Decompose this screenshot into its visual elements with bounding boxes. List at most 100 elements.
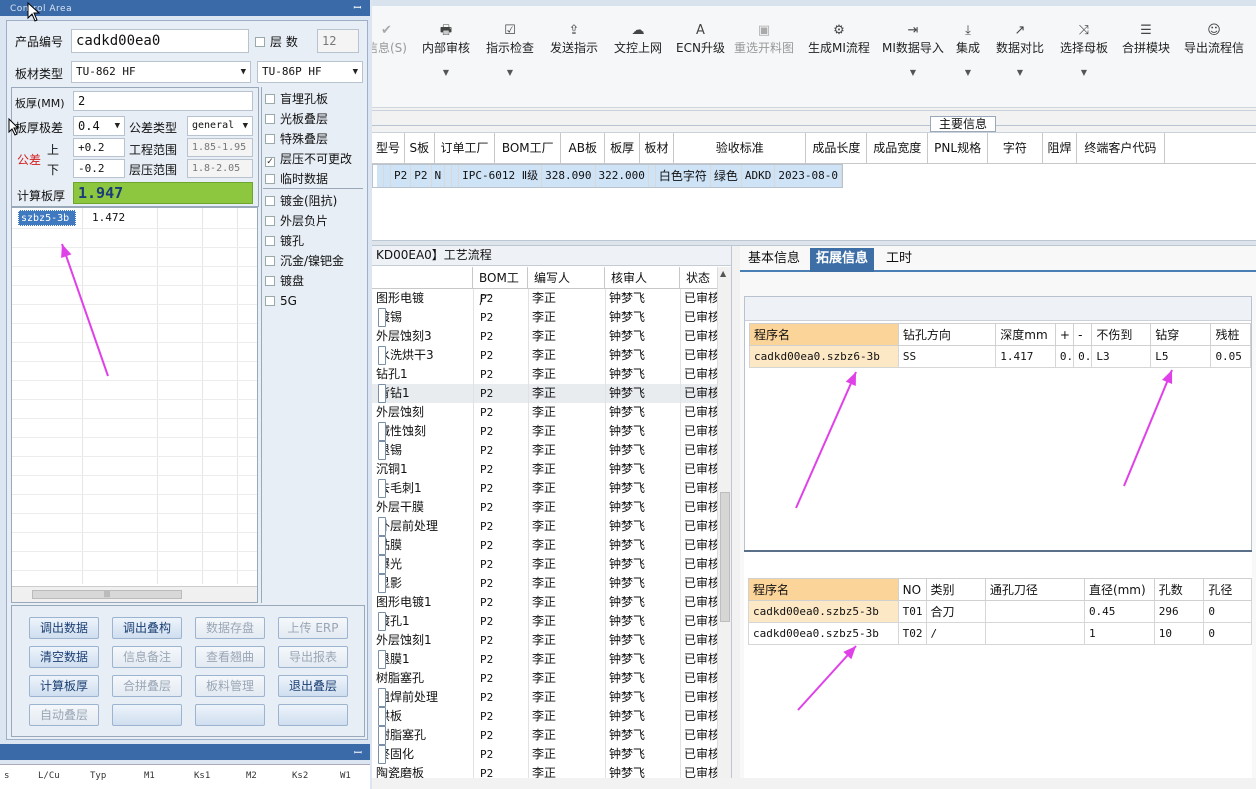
table-cell[interactable]: L3 bbox=[1091, 345, 1152, 368]
table-cell[interactable]: T02 bbox=[897, 622, 927, 645]
unchecked-box-icon[interactable] bbox=[265, 256, 275, 266]
option-checkbox[interactable]: 镀金(阻抗) bbox=[265, 193, 337, 209]
table-cell[interactable] bbox=[444, 164, 453, 187]
table-cell[interactable]: cadkd00ea0.szbz6-3b bbox=[749, 345, 899, 368]
table-cell[interactable]: 1 bbox=[1083, 622, 1155, 645]
process-row[interactable]: 烘板 P2 李正 钟梦飞 已审核 bbox=[372, 707, 720, 726]
column-header[interactable]: BOM工厂 bbox=[494, 133, 562, 164]
option-checkbox[interactable]: 外层负片 bbox=[265, 213, 328, 229]
tab-extended-info[interactable]: 拓展信息 bbox=[810, 248, 875, 272]
table-cell[interactable]: ADKD bbox=[741, 164, 776, 187]
column-header[interactable]: 程序名 bbox=[748, 578, 899, 601]
column-header[interactable]: 终端客户代码 bbox=[1076, 133, 1165, 164]
column-header[interactable]: 通孔刀径 bbox=[984, 578, 1085, 601]
table-cell[interactable]: 1.417 bbox=[995, 345, 1056, 368]
option-checkbox[interactable]: 5G bbox=[265, 293, 297, 309]
process-row[interactable]: 去毛刺1 P2 李正 钟梦飞 已审核 bbox=[372, 479, 720, 498]
toolbar-button-9[interactable]: ⤓ 集成 ▼ bbox=[956, 22, 980, 102]
option-checkbox[interactable]: 镀孔 bbox=[265, 233, 304, 249]
table-cell[interactable]: cadkd00ea0.szbz5-3b bbox=[748, 600, 899, 623]
process-row[interactable]: 镀孔1 P2 李正 钟梦飞 已审核 bbox=[372, 612, 720, 631]
control-button[interactable] bbox=[278, 704, 348, 726]
upper-input[interactable]: +0.2 bbox=[73, 138, 125, 157]
process-row[interactable]: 图形电镀 P2 李正 钟梦飞 已审核 bbox=[372, 289, 720, 308]
toolbar-button-0[interactable]: ✔ 信息(S) bbox=[366, 22, 407, 102]
column-header[interactable]: 直径(mm) bbox=[1083, 578, 1155, 601]
process-row[interactable]: 外层前处理 P2 李正 钟梦飞 已审核 bbox=[372, 517, 720, 536]
toolbar-button-13[interactable]: ☺ 导出流程信 bbox=[1184, 22, 1244, 102]
control-button[interactable]: 调出数据 bbox=[29, 617, 99, 639]
option-checkbox[interactable]: 沉金/镍钯金 bbox=[265, 253, 344, 269]
table-cell[interactable]: 0. bbox=[1073, 345, 1093, 368]
column-header[interactable]: - bbox=[1073, 323, 1093, 346]
lower-input[interactable]: -0.2 bbox=[73, 159, 125, 178]
column-header[interactable]: 类别 bbox=[925, 578, 986, 601]
table-cell[interactable]: 白色字符 bbox=[655, 164, 711, 187]
process-row[interactable]: 水洗烘干3 P2 李正 钟梦飞 已审核 bbox=[372, 346, 720, 365]
process-col-factory[interactable]: BOM工厂 bbox=[473, 267, 528, 307]
table-cell[interactable]: / bbox=[925, 622, 986, 645]
column-header[interactable]: 深度mm bbox=[995, 323, 1056, 346]
column-header[interactable]: NO bbox=[897, 578, 927, 601]
control-button[interactable]: 调出叠构 bbox=[112, 617, 182, 639]
table-cell[interactable] bbox=[451, 164, 460, 187]
column-header[interactable]: 程序名 bbox=[749, 323, 899, 346]
tol-type-select[interactable]: general ▼ bbox=[187, 116, 253, 136]
column-header[interactable]: 钻穿 bbox=[1150, 323, 1212, 346]
column-header[interactable]: 订单工厂 bbox=[434, 133, 496, 164]
dropdown-arrow-icon[interactable]: ▼ bbox=[996, 68, 1044, 77]
toolbar-button-11[interactable]: ⤨ 选择母板 ▼ bbox=[1060, 22, 1108, 102]
option-checkbox[interactable]: ✓ 层压不可更改 bbox=[265, 151, 352, 167]
column-header[interactable]: 不伤到 bbox=[1091, 323, 1152, 346]
column-header[interactable]: S板 bbox=[404, 133, 435, 164]
table-cell[interactable]: 0 bbox=[1203, 600, 1252, 623]
column-header[interactable]: 成品长度 bbox=[805, 133, 868, 164]
process-row[interactable]: 显影 P2 李正 钟梦飞 已审核 bbox=[372, 574, 720, 593]
process-row[interactable]: 碱性蚀刻 P2 李正 钟梦飞 已审核 bbox=[372, 422, 720, 441]
table-cell[interactable]: SS bbox=[897, 345, 997, 368]
control-button[interactable]: 上传 ERP bbox=[278, 617, 348, 639]
process-row[interactable]: 背钻1 P2 李正 钟梦飞 已审核 bbox=[372, 384, 720, 403]
column-header[interactable]: 成品宽度 bbox=[866, 133, 929, 164]
table-cell[interactable]: 0.45 bbox=[1083, 600, 1155, 623]
unchecked-box-icon[interactable] bbox=[265, 196, 275, 206]
table-cell[interactable]: 绿色 bbox=[710, 164, 742, 187]
dropdown-arrow-icon[interactable]: ▼ bbox=[956, 68, 980, 77]
process-row[interactable]: 图形电镀1 P2 李正 钟梦飞 已审核 bbox=[372, 593, 720, 612]
column-header[interactable]: + bbox=[1054, 323, 1075, 346]
unchecked-box-icon[interactable] bbox=[265, 174, 275, 184]
dropdown-arrow-icon[interactable]: ▼ bbox=[882, 68, 944, 77]
board-type-select[interactable]: TU-862 HF ▼ bbox=[71, 61, 251, 83]
table-cell[interactable]: cadkd00ea0.szbz5-3b bbox=[748, 622, 899, 645]
table-cell[interactable]: 296 bbox=[1153, 600, 1205, 623]
stackup-cell-selected[interactable]: szbz5-3b bbox=[18, 210, 76, 226]
stackup-cell-value[interactable]: 1.472 bbox=[92, 210, 125, 226]
column-header[interactable]: 板厚 bbox=[604, 133, 640, 164]
eng-range-input[interactable]: 1.85-1.95 bbox=[187, 138, 253, 157]
layers-input[interactable]: 12 bbox=[317, 29, 359, 53]
lower-panel-title[interactable]: ꟷ bbox=[0, 744, 370, 760]
control-button[interactable]: 导出报表 bbox=[278, 646, 348, 668]
column-header[interactable] bbox=[1164, 133, 1256, 164]
toolbar-button-1[interactable]: 🖶 内部审核 ▼ bbox=[422, 22, 470, 102]
unchecked-box-icon[interactable] bbox=[265, 216, 275, 226]
process-row[interactable]: 曝光 P2 李正 钟梦飞 已审核 bbox=[372, 555, 720, 574]
unchecked-box-icon[interactable] bbox=[265, 236, 275, 246]
control-button[interactable]: 退出叠层 bbox=[278, 675, 348, 697]
unchecked-box-icon[interactable] bbox=[265, 134, 275, 144]
table-cell[interactable] bbox=[984, 600, 1085, 623]
option-checkbox[interactable]: 盲埋孔板 bbox=[265, 91, 328, 107]
table-cell[interactable]: 0.05 bbox=[1210, 345, 1251, 368]
unchecked-box-icon[interactable] bbox=[265, 114, 275, 124]
process-row[interactable]: 树脂塞孔 P2 李正 钟梦飞 已审核 bbox=[372, 726, 720, 745]
table-cell[interactable] bbox=[383, 164, 391, 187]
checked-box-icon[interactable]: ✓ bbox=[265, 157, 275, 167]
dropdown-arrow-icon[interactable]: ▼ bbox=[422, 68, 470, 77]
toolbar-button-4[interactable]: ☁ 文控上网 bbox=[614, 22, 662, 102]
control-button[interactable]: 计算板厚 bbox=[29, 675, 99, 697]
pin-icon[interactable]: ꟷ bbox=[353, 0, 362, 18]
column-header[interactable]: 残桩 bbox=[1210, 323, 1251, 346]
table-cell[interactable]: 10 bbox=[1153, 622, 1205, 645]
option-checkbox[interactable]: 镀盘 bbox=[265, 273, 304, 289]
control-button[interactable]: 板料管理 bbox=[195, 675, 265, 697]
